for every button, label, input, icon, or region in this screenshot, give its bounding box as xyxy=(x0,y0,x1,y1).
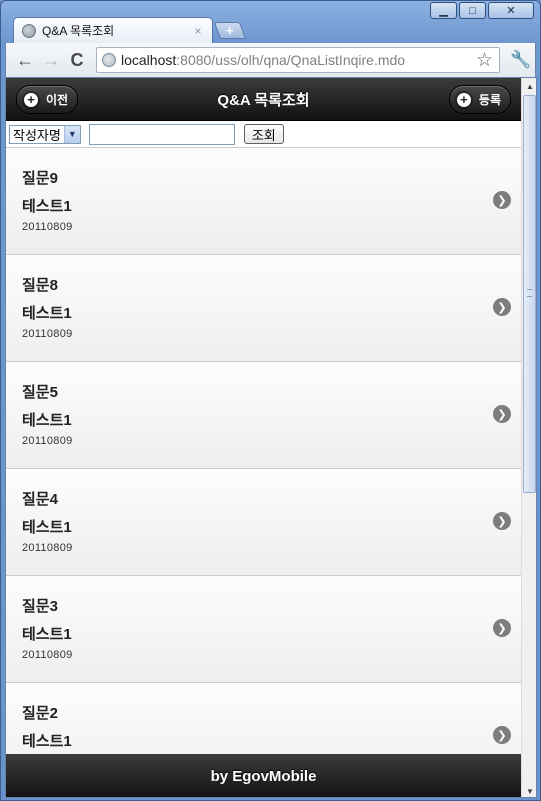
back-page-label: 이전 xyxy=(46,93,69,107)
item-date: 20110809 xyxy=(22,328,73,340)
plus-icon: + xyxy=(226,23,234,38)
page-viewport: + 이전 Q&A 목록조회 + 등록 작성자명 ▼ 조회 질문9 테스트1 2011… xyxy=(5,77,537,798)
list-item[interactable]: 질문8 테스트1 20110809 ❯ xyxy=(6,255,521,362)
url-host: localhost xyxy=(121,52,177,68)
item-date: 20110809 xyxy=(22,649,73,661)
back-page-button[interactable]: + 이전 xyxy=(16,85,79,114)
plus-icon: + xyxy=(22,90,40,109)
header-bar: + 이전 Q&A 목록조회 + 등록 xyxy=(6,78,521,121)
item-content: 테스트1 xyxy=(22,733,72,750)
item-title: 질문9 xyxy=(22,170,58,187)
chevron-right-icon[interactable]: ❯ xyxy=(493,512,511,530)
list-item[interactable]: 질문5 테스트1 20110809 ❯ xyxy=(6,362,521,469)
search-button[interactable]: 조회 xyxy=(243,124,284,144)
item-date: 20110809 xyxy=(22,221,73,233)
register-button[interactable]: + 등록 xyxy=(448,85,511,114)
scroll-thumb[interactable] xyxy=(523,95,536,493)
qa-list: 질문9 테스트1 20110809 ❯ 질문8 테스트1 20110809 ❯ 질문5 테스트1 2… xyxy=(6,148,521,790)
reload-button[interactable]: C xyxy=(64,47,90,73)
address-bar[interactable]: localhost:8080/uss/olh/qna/QnaListInqire… xyxy=(96,47,500,73)
item-date: 20110809 xyxy=(22,435,73,447)
item-title: 질문8 xyxy=(22,277,58,294)
item-content: 테스트1 xyxy=(22,412,72,429)
tab-close-icon[interactable]: × xyxy=(192,24,204,38)
chevron-right-icon[interactable]: ❯ xyxy=(493,298,511,316)
list-item[interactable]: 질문9 테스트1 20110809 ❯ xyxy=(6,148,521,255)
plus-icon: + xyxy=(454,90,473,109)
item-content: 테스트1 xyxy=(22,305,72,322)
new-tab-button[interactable]: + xyxy=(213,22,247,39)
url-path: :8080/uss/olh/qna/QnaListInqire.mdo xyxy=(176,52,406,68)
tab-strip: Q&A 목록조회 × + xyxy=(9,17,529,43)
wrench-icon[interactable]: 🔧 xyxy=(510,50,531,70)
scroll-up-icon[interactable]: ▲ xyxy=(522,78,536,94)
browser-window: ▁ □ ✕ Q&A 목록조회 × + ← → C localhost:8080/… xyxy=(0,0,541,801)
item-content: 테스트1 xyxy=(22,626,72,643)
list-item[interactable]: 질문3 테스트1 20110809 ❯ xyxy=(6,576,521,683)
item-title: 질문5 xyxy=(22,384,58,401)
item-title: 질문4 xyxy=(22,491,58,508)
search-condition-select[interactable]: 작성자명 ▼ xyxy=(9,124,81,144)
select-value: 작성자명 xyxy=(13,127,61,143)
chevron-right-icon[interactable]: ❯ xyxy=(493,191,511,209)
star-icon[interactable]: ☆ xyxy=(476,49,493,72)
register-label: 등록 xyxy=(478,93,501,107)
tab-title: Q&A 목록조회 xyxy=(42,24,115,38)
back-button[interactable]: ← xyxy=(12,47,38,73)
page-content: + 이전 Q&A 목록조회 + 등록 작성자명 ▼ 조회 질문9 테스트1 2011… xyxy=(6,78,521,797)
item-content: 테스트1 xyxy=(22,198,72,215)
scroll-down-icon[interactable]: ▼ xyxy=(522,783,536,797)
item-title: 질문3 xyxy=(22,598,58,615)
dropdown-arrow-icon[interactable]: ▼ xyxy=(63,125,80,143)
browser-toolbar: ← → C localhost:8080/uss/olh/qna/QnaList… xyxy=(5,43,536,77)
item-content: 테스트1 xyxy=(22,519,72,536)
chevron-right-icon[interactable]: ❯ xyxy=(493,619,511,637)
chevron-right-icon[interactable]: ❯ xyxy=(493,405,511,423)
browser-tab[interactable]: Q&A 목록조회 × xyxy=(13,17,213,43)
forward-button[interactable]: → xyxy=(38,47,64,73)
vertical-scrollbar[interactable]: ▲ ▼ xyxy=(521,78,536,797)
item-date: 20110809 xyxy=(22,542,73,554)
footer-bar: by EgovMobile xyxy=(6,754,521,797)
search-input[interactable] xyxy=(88,123,235,145)
page-title: Q&A 목록조회 xyxy=(217,91,310,109)
search-row: 작성자명 ▼ 조회 xyxy=(6,121,521,148)
list-item[interactable]: 질문4 테스트1 20110809 ❯ xyxy=(6,469,521,576)
chevron-right-icon[interactable]: ❯ xyxy=(493,726,511,744)
item-title: 질문2 xyxy=(22,705,58,722)
page-icon xyxy=(102,53,116,67)
globe-icon xyxy=(22,23,36,38)
